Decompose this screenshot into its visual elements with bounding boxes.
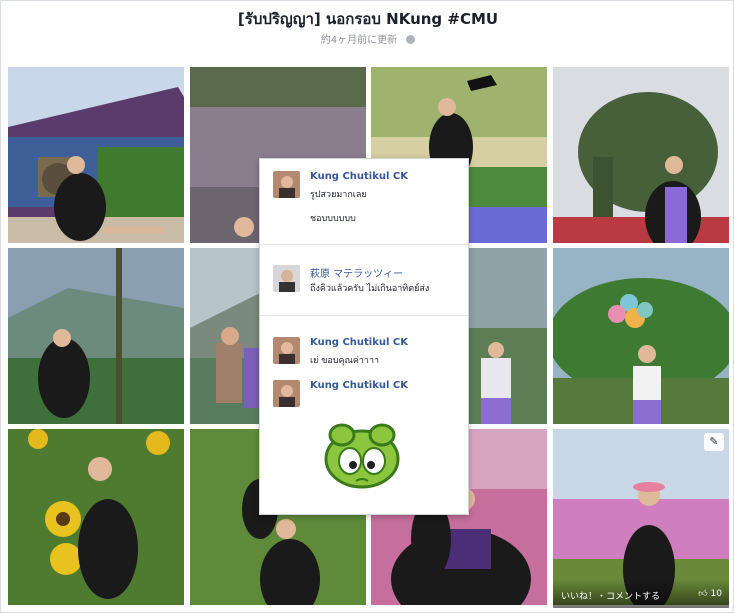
globe-icon — [406, 35, 416, 44]
comments-popup: Kung Chutikul CK รูปสวยมากเลย ชอบบบบบบ 萩… — [259, 158, 469, 515]
photo-tile[interactable] — [8, 67, 184, 243]
comment-author[interactable]: Kung Chutikul CK — [310, 171, 408, 182]
avatar[interactable] — [273, 265, 300, 292]
album-panel: [รับปริญญา] นอกรอบ NKung #CMU 約4ヶ月前に更新 ✎… — [0, 0, 734, 613]
album-title[interactable]: [รับปริญญา] นอกรอบ NKung #CMU — [1, 7, 734, 31]
edit-photo-button[interactable]: ✎ — [704, 433, 724, 451]
thumbs-up-icon: 👍︎ — [698, 589, 708, 599]
comment-text: ถึงคิวแล้วครับ ไม่เกินอาทิตย์ส่ง — [310, 284, 430, 294]
comment-text: ชอบบบบบบ — [310, 214, 356, 224]
comment-text: เย่ ขอบคุณค่าาาา — [310, 356, 380, 366]
updated-time: 約4ヶ月前に更新 — [320, 35, 398, 46]
avatar[interactable] — [273, 337, 300, 364]
avatar[interactable] — [273, 380, 300, 407]
comment-text: รูปสวยมากเลย — [310, 190, 367, 200]
divider — [260, 244, 468, 245]
photo-tile[interactable] — [8, 429, 184, 605]
album-meta: 約4ヶ月前に更新 — [1, 31, 734, 46]
comment-author[interactable]: 萩原 マテラッツィー — [310, 265, 403, 280]
comment-author[interactable]: Kung Chutikul CK — [310, 337, 408, 348]
photo-tile[interactable] — [553, 67, 729, 243]
photo-tile[interactable] — [8, 248, 184, 424]
photo-actions-bar: いいね！・コメントする 👍︎ 10 — [553, 579, 729, 608]
frog-sticker — [322, 421, 402, 491]
comment-author[interactable]: Kung Chutikul CK — [310, 380, 408, 391]
like-count[interactable]: 👍︎ 10 — [698, 589, 722, 599]
photo-tile[interactable] — [553, 248, 729, 424]
divider — [260, 315, 468, 316]
avatar[interactable] — [273, 171, 300, 198]
like-comment-link[interactable]: いいね！・コメントする — [561, 589, 660, 602]
